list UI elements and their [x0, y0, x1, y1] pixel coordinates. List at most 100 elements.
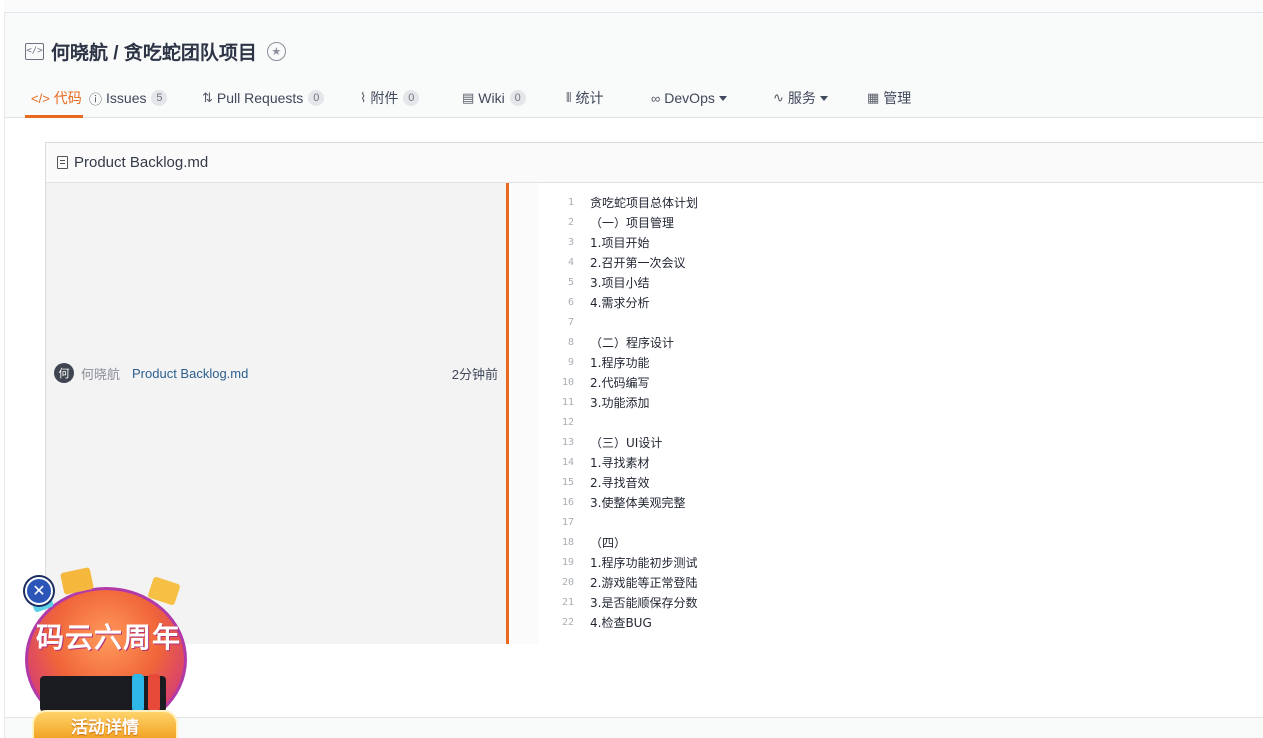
blame-entry: 何 何晓航 Product Backlog.md 2分钟前	[54, 362, 498, 384]
commit-time: 2分钟前	[451, 366, 498, 382]
line-number[interactable]: 12	[554, 413, 590, 433]
line-number[interactable]: 16	[554, 493, 590, 513]
code-line: 4 2.召开第一次会议	[538, 253, 1263, 273]
issue-icon: ⓘ	[89, 91, 103, 107]
wiki-icon: ▤	[462, 90, 475, 105]
line-text: （二）程序设计	[590, 336, 675, 350]
line-number[interactable]: 22	[554, 613, 590, 633]
caret-down-icon	[819, 95, 828, 101]
code-line: 7	[538, 313, 1263, 333]
code-line: 16 3.使整体美观完整	[538, 493, 1263, 513]
line-number[interactable]: 15	[554, 473, 590, 493]
line-text: （四）	[590, 536, 627, 550]
line-number[interactable]: 17	[554, 513, 590, 533]
code-line: 15 2.寻找音效	[538, 473, 1263, 493]
code-line: 14 1.寻找素材	[538, 453, 1263, 473]
tab-label: Pull Requests	[216, 90, 304, 106]
top-strip	[4, 0, 1263, 13]
line-text: 3.功能添加	[590, 396, 650, 410]
line-text: 贪吃蛇项目总体计划	[590, 196, 699, 210]
line-number[interactable]: 18	[554, 533, 590, 553]
tab-label: 管理	[883, 90, 912, 106]
promo-details-button[interactable]: 活动详情	[32, 710, 178, 738]
tab-count-badge: 0	[509, 90, 526, 106]
code-icon: </>	[31, 90, 50, 106]
file-header: Product Backlog.md	[46, 143, 1263, 183]
line-number[interactable]: 21	[554, 593, 590, 613]
tab-label: 代码	[53, 90, 82, 106]
repo-tabs: </> 代码 ⓘ Issues 5 ⇅ Pull Requests 0 ⌇ 附件 0 ▤ Wiki 0 ⫴ 统…	[25, 79, 937, 118]
joycon-right-icon	[148, 674, 160, 712]
caret-down-icon	[718, 95, 727, 101]
pull-request-icon: ⇅	[202, 90, 213, 105]
line-number[interactable]: 6	[554, 293, 590, 313]
line-text: 1.程序功能	[590, 356, 650, 370]
attachment-icon: ⌇	[360, 90, 367, 105]
code-content: 1 贪吃蛇项目总体计划 2 （一）项目管理 3 1.项目开始 4 2.召开第一次会议 5 3.项目…	[538, 183, 1263, 644]
line-text: 3.是否能顺保存分数	[590, 596, 698, 610]
line-text: 1.项目开始	[590, 236, 650, 250]
code-line: 18 （四）	[538, 533, 1263, 553]
tab-wiki[interactable]: ▤ Wiki 0	[462, 79, 566, 117]
tab-label: 统计	[575, 90, 604, 106]
promo-close-icon[interactable]: ✕	[25, 577, 53, 605]
line-text: 4.检查BUG	[590, 616, 652, 630]
code-line: 6 4.需求分析	[538, 293, 1263, 313]
tab-label: 附件	[370, 90, 399, 106]
recommend-badge-icon[interactable]: ★	[266, 41, 286, 61]
tab-label: 服务	[787, 90, 816, 106]
code-line: 1 贪吃蛇项目总体计划	[538, 193, 1263, 213]
line-number[interactable]: 9	[554, 353, 590, 373]
tab-devops[interactable]: ∞ DevOps	[651, 79, 773, 117]
file-name: Product Backlog.md	[74, 154, 209, 171]
code-line: 9 1.程序功能	[538, 353, 1263, 373]
code-line: 11 3.功能添加	[538, 393, 1263, 413]
tab-manage[interactable]: ▦ 管理	[867, 79, 937, 117]
code-line: 21 3.是否能顺保存分数	[538, 593, 1263, 613]
tab-code[interactable]: </> 代码	[25, 79, 83, 118]
tab-issue[interactable]: ⓘ Issues 5	[89, 79, 202, 117]
tab-stats[interactable]: ⫴ 统计	[566, 79, 651, 117]
line-text: 2.寻找音效	[590, 476, 650, 490]
promo-title[interactable]: 码云六周年	[36, 616, 181, 656]
joycon-left-icon	[132, 674, 144, 712]
code-line: 13 （三）UI设计	[538, 433, 1263, 453]
tab-label: Issues	[106, 90, 147, 106]
line-number[interactable]: 10	[554, 373, 590, 393]
code-gutter	[509, 183, 538, 644]
devops-icon: ∞	[651, 90, 661, 106]
commit-author[interactable]: 何晓航	[81, 364, 120, 383]
tab-service[interactable]: ∿ 服务	[773, 79, 867, 117]
line-text: 3.项目小结	[590, 276, 650, 290]
line-number[interactable]: 19	[554, 553, 590, 573]
promo-widget[interactable]: 码云六周年 活动详情 ✕	[22, 567, 194, 738]
line-number[interactable]: 13	[554, 433, 590, 453]
tab-attachment[interactable]: ⌇ 附件 0	[360, 79, 462, 117]
line-number[interactable]: 3	[554, 233, 590, 253]
line-text: 1.寻找素材	[590, 456, 650, 470]
repo-title[interactable]: 何晓航 / 贪吃蛇团队项目	[51, 38, 257, 65]
line-text: 1.程序功能初步测试	[590, 556, 698, 570]
line-number[interactable]: 8	[554, 333, 590, 353]
code-line: 8 （二）程序设计	[538, 333, 1263, 353]
line-text: 2.游戏能等正常登陆	[590, 576, 698, 590]
avatar[interactable]: 何	[54, 363, 74, 383]
commit-message-link[interactable]: Product Backlog.md	[132, 366, 248, 381]
line-number[interactable]: 2	[554, 213, 590, 233]
code-line: 5 3.项目小结	[538, 273, 1263, 293]
repo-header: </> 何晓航 / 贪吃蛇团队项目 ★ </> 代码 ⓘ Issues 5 ⇅ Pull R…	[5, 13, 1263, 118]
line-number[interactable]: 1	[554, 193, 590, 213]
line-number[interactable]: 4	[554, 253, 590, 273]
tab-pull-request[interactable]: ⇅ Pull Requests 0	[202, 79, 360, 117]
line-number[interactable]: 11	[554, 393, 590, 413]
repo-code-icon: </>	[25, 42, 44, 60]
line-number[interactable]: 14	[554, 453, 590, 473]
line-number[interactable]: 7	[554, 313, 590, 333]
code-line: 19 1.程序功能初步测试	[538, 553, 1263, 573]
tab-label: Wiki	[478, 90, 505, 106]
line-number[interactable]: 5	[554, 273, 590, 293]
line-number[interactable]: 20	[554, 573, 590, 593]
tab-count-badge: 0	[403, 90, 420, 106]
service-icon: ∿	[773, 90, 784, 105]
code-line: 12	[538, 413, 1263, 433]
